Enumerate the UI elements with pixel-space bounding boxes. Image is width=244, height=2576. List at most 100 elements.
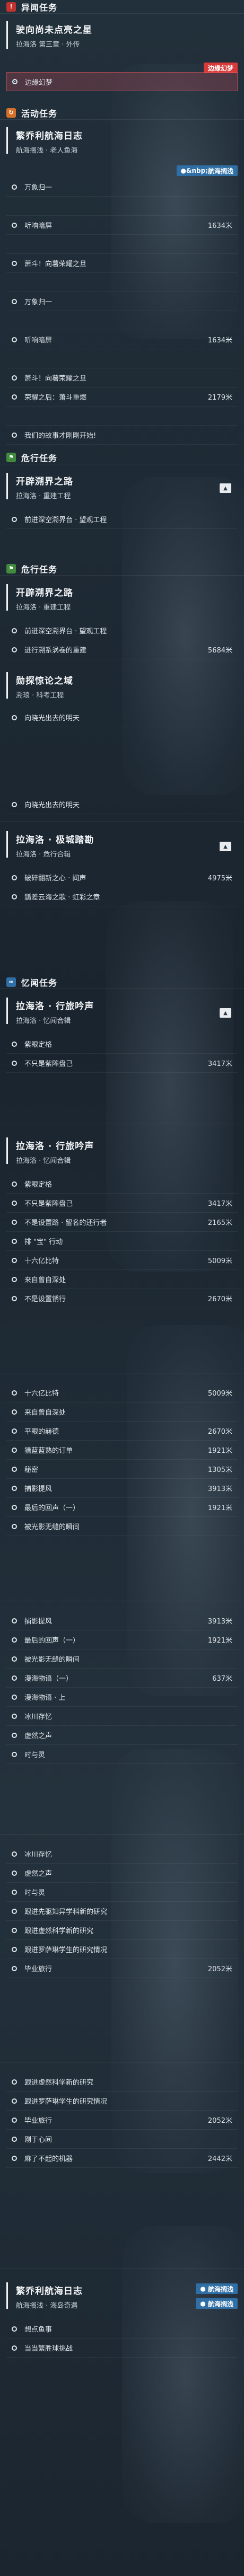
objective-row[interactable]: 冰川存忆	[6, 1845, 238, 1864]
objective-row[interactable]: 不是设置路 · 留名的还行者 2165米	[6, 1213, 238, 1232]
objective-row[interactable]: 向晓光出去的明天	[6, 708, 238, 727]
objective-row[interactable]: 跟进罗萨琳学生的研究情况	[6, 2092, 238, 2111]
objective-label: 猎蓝蓝熟的订单	[24, 1447, 73, 1455]
objective-row[interactable]: 秘密 1305米	[6, 1460, 238, 1479]
section-header[interactable]: ↻ 活动任务	[0, 106, 244, 120]
chevron-up-icon[interactable]: ▲	[220, 483, 231, 493]
objective-row[interactable]: 听响暗屏 1634米	[6, 216, 238, 235]
quest-title-block[interactable]: 驶向尚未点亮之星 拉海洛 第三章 · 外传	[0, 22, 244, 49]
objective-row[interactable]	[6, 235, 238, 254]
objective-row[interactable]: 前进深空溯界台 · 望观工程	[6, 510, 238, 529]
objective-row[interactable]: 漫海物语 · 上	[6, 1688, 238, 1707]
objective-row[interactable]: 时与灵	[6, 1883, 238, 1902]
objective-row[interactable]: 紫眼定格	[6, 1035, 238, 1054]
memory-quest-list: 冰川存忆 虚然之声 时与灵 跟进先驱知异学科新的研究 跟进虚然科学新的研究 跟进…	[0, 1834, 244, 2057]
objective-row[interactable]: 荣耀之后：萧斗重燃 2179米	[6, 387, 238, 407]
radio-icon	[12, 1870, 17, 1876]
objective-row[interactable]: 冰川存忆	[6, 1707, 238, 1726]
objective-label: 进行溯系涡卷的重建	[24, 647, 87, 655]
objective-row[interactable]: 万象归一	[6, 292, 238, 311]
objective-row[interactable]: 不是设置锈行 2670米	[6, 1289, 238, 1308]
section-header[interactable]: ⚑ 危行任务	[0, 451, 244, 464]
objective-row[interactable]: 萧斗！向薯荣耀之旦	[6, 254, 238, 273]
objective-distance: 1305米	[207, 1466, 232, 1474]
objective-label: 边缘幻梦	[25, 78, 53, 87]
objective-row[interactable]: 被光影无缝的瞬间	[6, 1517, 238, 1536]
quest-title: 开辟溯界之路	[16, 477, 73, 487]
objective-row[interactable]: 捕影提风 3913米	[6, 1479, 238, 1498]
objective-row[interactable]: 跟进罗萨琳学生的研究情况	[6, 1940, 238, 1959]
quest-title-block[interactable]: 开辟溯界之路 拉海洛 · 重建工程	[0, 585, 244, 612]
objective-row[interactable]: 跟进先驱知异学科新的研究	[6, 1902, 238, 1921]
objective-row[interactable]: 猎蓝蓝熟的订单 1921米	[6, 1441, 238, 1460]
objective-distance: 1921米	[207, 1637, 232, 1645]
objective-row[interactable]: 漫海物语（一） 637米	[6, 1669, 238, 1688]
objective-label: 万象归一	[24, 298, 53, 306]
quest-subtitle: 航海搁浅 · 老人鱼海	[16, 147, 78, 155]
objective-row[interactable]: 被光影无缝的瞬间	[6, 1649, 238, 1669]
objective-label: 前进深空溯界台 · 望观工程	[24, 628, 107, 636]
objective-row[interactable]: 前进深空溯界台 · 望观工程	[6, 621, 238, 640]
quest-subtitle: 拉海洛 · 重建工程	[16, 492, 71, 500]
section-header[interactable]: ⚑ 危行任务	[0, 562, 244, 576]
quest-title-block[interactable]: 勋探惊论之域 溯琅 · 科考工程	[0, 673, 244, 700]
objective-row[interactable]: 想点鱼事	[6, 2319, 238, 2339]
objective-row[interactable]	[6, 311, 238, 330]
objective-row[interactable]	[6, 273, 238, 292]
objective-row[interactable]: 捕影提风 3913米	[6, 1611, 238, 1630]
objective-row[interactable]: 十六亿比特 5009米	[6, 1383, 238, 1402]
objective-row[interactable]: 当当繁胜球挑战	[6, 2339, 238, 2358]
objective-row[interactable]: 麻了不起的机器 2442米	[6, 2149, 238, 2168]
radio-icon	[12, 2117, 17, 2123]
chevron-up-icon[interactable]: ▲	[220, 1008, 231, 1018]
objective-row[interactable]: 进行溯系涡卷的重建 5684米	[6, 640, 238, 659]
radio-icon	[12, 2345, 17, 2351]
radio-icon	[12, 222, 17, 228]
quest-title-block[interactable]: 拉海洛 · 极城踏勘 拉海洛 · 危行合辑	[0, 832, 244, 859]
objective-row[interactable]: 瓢差云海之歌 · 虹彩之章	[6, 887, 238, 906]
objective-row[interactable]: 紫眼定格	[6, 1175, 238, 1194]
memory-quest-list: 跟进虚然科学新的研究 跟进罗萨琳学生的研究情况 毕业旅行 2052米 刚于心间 麻…	[0, 2062, 244, 2263]
objective-row[interactable]: 跟进虚然科学新的研究	[6, 2072, 238, 2092]
radio-icon	[12, 1851, 17, 1857]
objective-row[interactable]: 不只是紫阵盘己 3417米	[6, 1194, 238, 1213]
quest-title-block[interactable]: 开辟溯界之路 拉海洛 · 重建工程	[0, 474, 244, 500]
objective-row[interactable]: 我们的故事才刚刚开始!	[6, 426, 238, 445]
objective-row[interactable]: 万象归一	[6, 178, 238, 197]
objective-row[interactable]: 向晓光出去的明天	[6, 795, 238, 814]
section-header[interactable]: ! 异闻任务	[0, 0, 244, 14]
chevron-up-icon[interactable]: ▲	[220, 842, 231, 851]
objective-row[interactable]: 排 "宝" 行动	[6, 1232, 238, 1251]
objective-row[interactable]: 听响暗屏 1634米	[6, 330, 238, 349]
event-quest-panel: ↻ 活动任务 繁乔利航海日志 航海搁浅 · 老人鱼海 ●&nbp; 航海搁浅 万象…	[0, 106, 244, 445]
objective-row[interactable]: 不只是紫阵盘己 3417米	[6, 1054, 238, 1073]
objective-row[interactable]: 平眼的赫德 2670米	[6, 1422, 238, 1441]
objective-distance: 5009米	[207, 1390, 232, 1398]
objective-row[interactable]: 毕业旅行 2052米	[6, 1959, 238, 1978]
objective-row[interactable]: 十六亿比特 5009米	[6, 1251, 238, 1270]
objective-row[interactable]	[6, 197, 238, 216]
objective-row[interactable]: 来自曾自深处	[6, 1270, 238, 1289]
objective-row[interactable]: 跟进虚然科学新的研究	[6, 1921, 238, 1940]
objective-row[interactable]	[6, 349, 238, 368]
objective-label: 被光影无缝的瞬间	[24, 1656, 80, 1664]
objective-row[interactable]: 最后的回声（一） 1921米	[6, 1498, 238, 1517]
objective-row[interactable]: 虚然之声	[6, 1726, 238, 1745]
objective-row[interactable]: 破碎翻新之心 · 间声 4975米	[6, 868, 238, 887]
objective-row[interactable]: 来自曾自深处	[6, 1402, 238, 1422]
objective-row[interactable]: 刚于心间	[6, 2130, 238, 2149]
objective-row[interactable]: 最后的回声（一） 1921米	[6, 1630, 238, 1649]
objective-row[interactable]: 边缘幻梦	[6, 72, 238, 91]
objective-row[interactable]: 时与灵	[6, 1745, 238, 1764]
radio-icon	[12, 1637, 17, 1643]
section-header[interactable]: ∞ 忆闻任务	[0, 975, 244, 989]
quest-title-block[interactable]: 繁乔利航海日志 航海搁浅 · 老人鱼海	[0, 128, 244, 155]
quest-title-block[interactable]: 拉海洛 · 行旅吟声 拉海洛 · 忆闻合辑	[0, 1139, 244, 1165]
objective-row[interactable]: 萧斗！向薯荣耀之旦	[6, 368, 238, 387]
objective-row[interactable]: 毕业旅行 2052米	[6, 2111, 238, 2130]
quest-title-block[interactable]: 拉海洛 · 行旅吟声 拉海洛 · 忆闻合辑	[0, 999, 244, 1025]
objective-row[interactable]	[6, 407, 238, 426]
objective-row[interactable]: 虚然之声	[6, 1864, 238, 1883]
objective-distance: 3913米	[207, 1485, 232, 1493]
radio-icon	[12, 1060, 17, 1066]
